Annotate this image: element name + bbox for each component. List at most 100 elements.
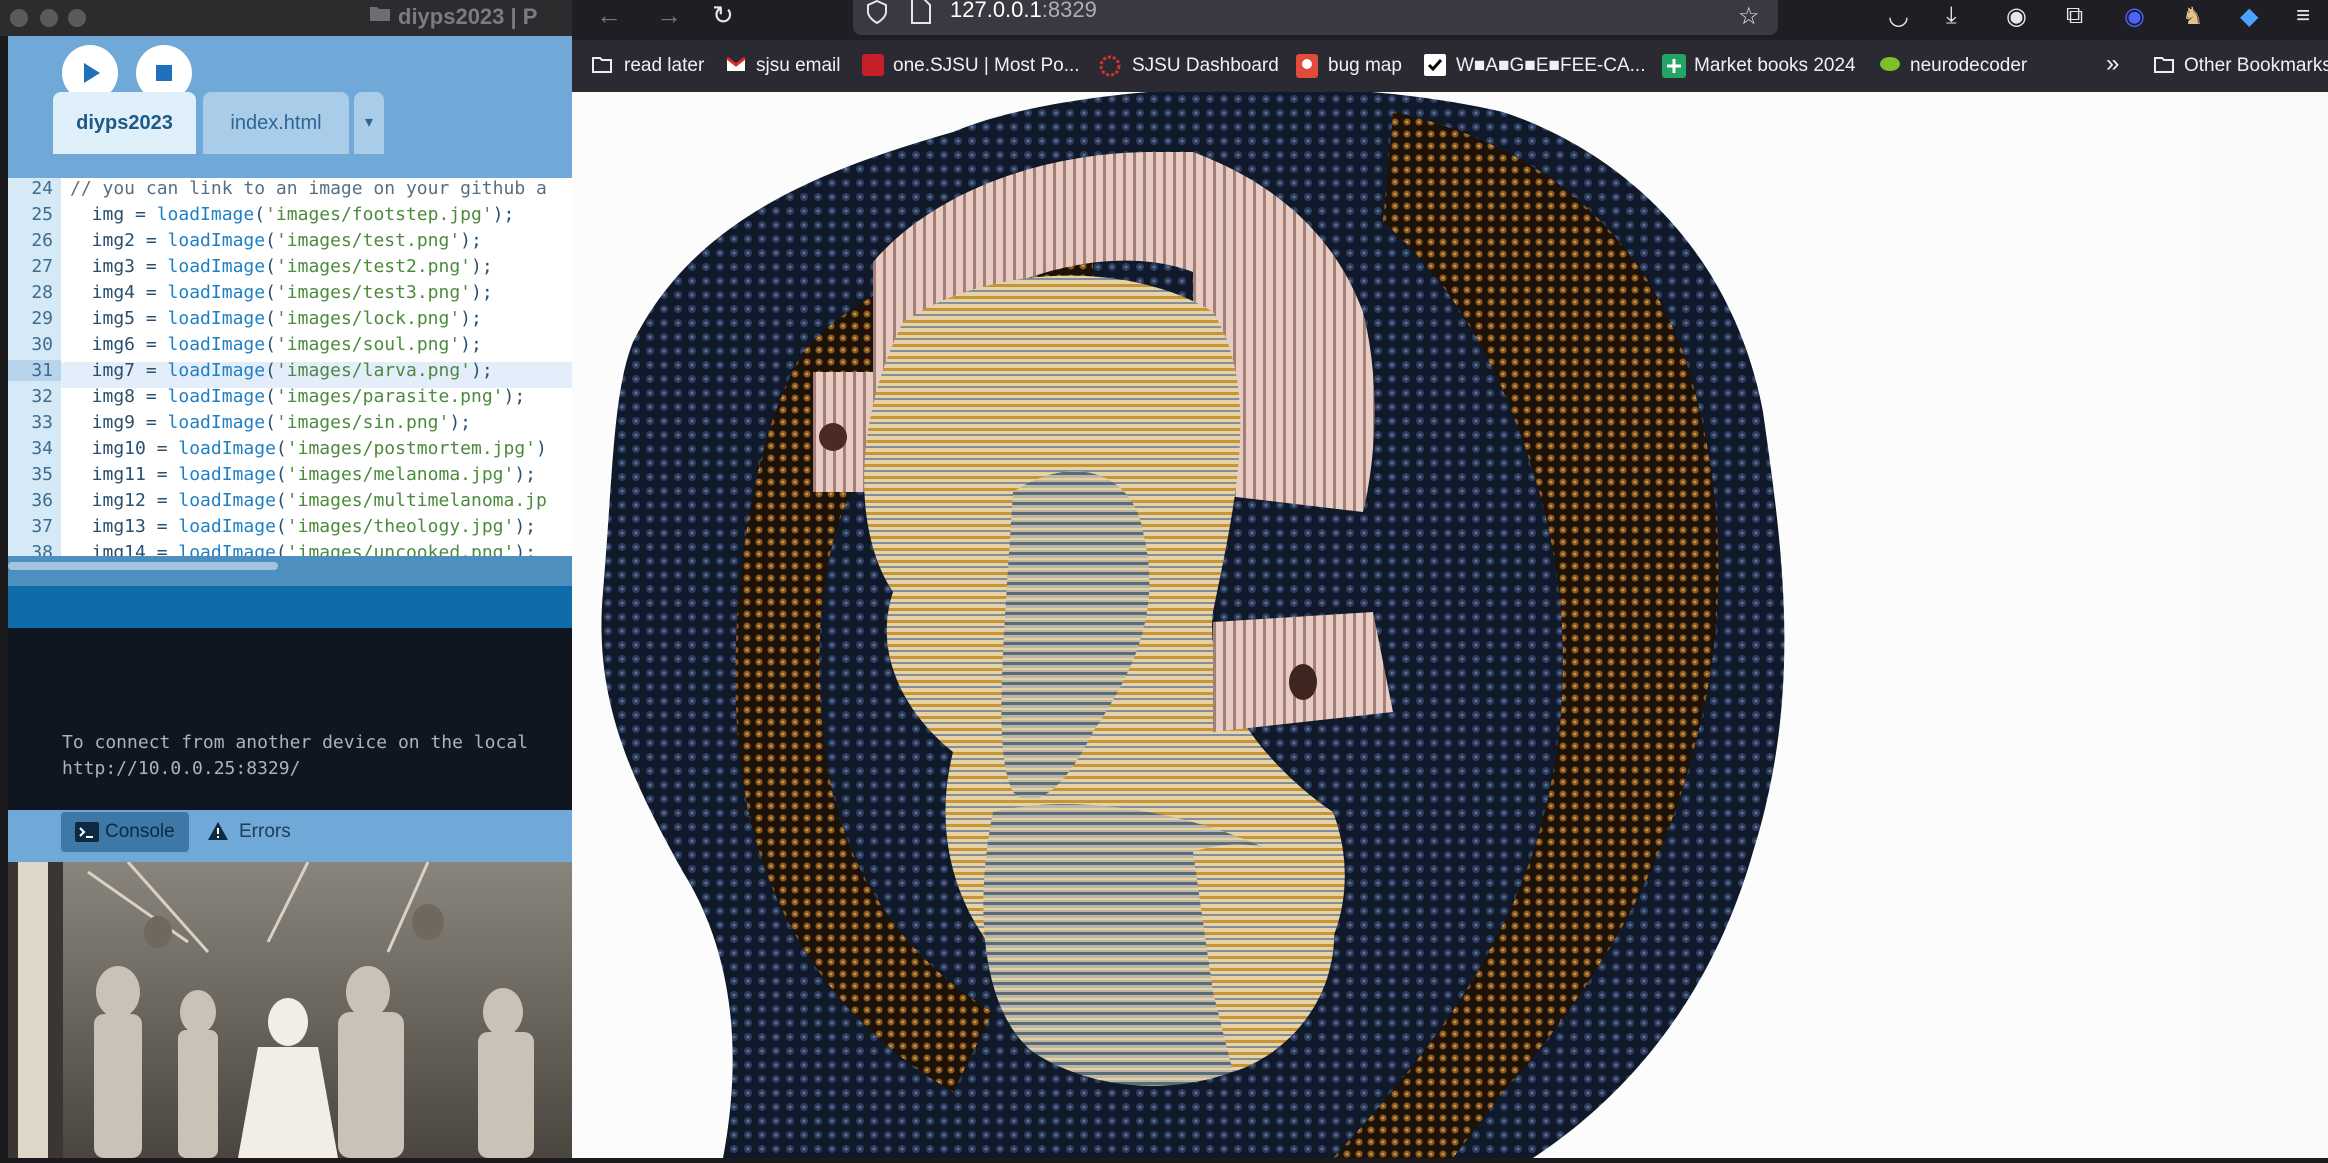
code-token: ); [471,282,493,303]
code-token: ); [460,230,482,251]
extension-animal-icon[interactable]: ♞ [2182,2,2204,31]
line-number: 36 [31,490,53,511]
code-token: 'images/melanoma.jpg' [286,464,515,485]
code-token: 'images/test2.png' [275,256,472,277]
sjsu-dashboard-icon [1099,55,1121,77]
neurodecoder-icon [1880,57,1900,71]
page-icon [911,0,931,24]
code-token: loadImage [167,360,266,381]
code-token: ); [460,308,482,329]
console-url[interactable]: http://10.0.0.25:8329/ [62,758,300,779]
bookmark-read-later[interactable]: read later [624,55,704,77]
bookmark-star-icon[interactable]: ☆ [1738,2,1760,31]
code-token: ( [265,334,276,355]
line-number: 31 [8,360,61,381]
line-number: 38 [31,542,53,556]
code-line[interactable]: img14 = loadImage('images/uncooked.png')… [70,542,536,556]
code-line[interactable]: img = loadImage('images/footstep.jpg'); [70,204,515,225]
code-token: loadImage [167,334,266,355]
bookmarks-overflow-button[interactable]: » [2106,50,2119,78]
code-token: img8 = [70,386,168,407]
code-token: ); [471,256,493,277]
desktop-background-photo [8,862,572,1158]
line-number: 29 [31,308,53,329]
code-line[interactable]: img7 = loadImage('images/larva.png'); [70,360,493,381]
code-horizontal-scrollbar[interactable] [8,562,278,570]
bookmark-other[interactable]: Other Bookmarks [2184,55,2328,77]
code-token: 'images/test.png' [275,230,461,251]
console-panel [8,628,572,810]
line-number: 32 [31,386,53,407]
code-token: 'images/larva.png' [275,360,472,381]
code-token: 'images/test3.png' [275,282,472,303]
code-token: 'images/sin.png' [275,412,450,433]
code-token: img = [70,204,157,225]
account-icon[interactable]: ◉ [2006,2,2027,31]
code-token: ); [492,204,515,225]
bookmark-sjsu-dashboard[interactable]: SJSU Dashboard [1132,55,1279,77]
code-token: loadImage [167,386,266,407]
code-line[interactable]: img12 = loadImage('images/multimelanoma.… [70,490,547,511]
bookmark-one-sjsu[interactable]: one.SJSU | Most Po... [893,55,1080,77]
code-token: loadImage [167,308,266,329]
editor-splitter[interactable] [8,556,572,586]
bookmark-neurodecoder[interactable]: neurodecoder [1910,55,2027,77]
code-token: 'images/postmortem.jpg' [286,438,537,459]
code-token: loadImage [178,464,276,485]
code-line[interactable]: img5 = loadImage('images/lock.png'); [70,308,482,329]
map-pin-icon [1296,54,1318,78]
code-line[interactable]: img10 = loadImage('images/postmortem.jpg… [70,438,547,459]
code-token: 'images/multimelanoma.jp [286,490,547,511]
p5-canvas[interactable] [573,87,2200,1158]
back-icon[interactable]: ← [596,0,622,31]
code-token: ( [265,230,276,251]
menu-icon[interactable]: ≡ [2296,2,2310,30]
code-token: ); [460,334,482,355]
shield-icon[interactable] [866,0,888,24]
reload-icon[interactable]: ↻ [712,0,734,31]
bookmark-bug-map[interactable]: bug map [1328,55,1402,77]
code-line[interactable]: img6 = loadImage('images/soul.png'); [70,334,482,355]
bookmark-market-books[interactable]: Market books 2024 [1694,55,1856,77]
code-line[interactable]: img13 = loadImage('images/theology.jpg')… [70,516,536,537]
console-line: To connect from another device on the lo… [62,732,528,753]
code-line[interactable]: img9 = loadImage('images/sin.png'); [70,412,471,433]
code-line[interactable]: img11 = loadImage('images/melanoma.jpg')… [70,464,536,485]
code-line[interactable]: img8 = loadImage('images/parasite.png'); [70,386,526,407]
extension-blue-icon[interactable]: ◉ [2124,2,2145,31]
code-token: ) [536,438,547,459]
downloads-icon[interactable]: ⤓ [1946,2,1957,30]
code-line[interactable]: img2 = loadImage('images/test.png'); [70,230,482,251]
code-line[interactable]: // you can link to an image on your gith… [70,178,547,199]
code-token: ( [265,282,276,303]
code-token: ( [265,412,276,433]
line-number: 37 [31,516,53,537]
code-line[interactable]: img3 = loadImage('images/test2.png'); [70,256,493,277]
code-token: ( [265,360,276,381]
code-token: ( [275,464,287,485]
forward-icon[interactable]: → [656,0,682,31]
tab-errors[interactable]: Errors [205,812,315,852]
bookmark-sjsu-email[interactable]: sjsu email [756,55,840,77]
code-token: ); [514,542,537,556]
code-token: img10 = [70,438,179,459]
bookmark-wagefee[interactable]: W■A■G■E■FEE-CA... [1456,55,1645,77]
pocket-icon[interactable]: ◡ [1888,2,1909,31]
code-lines: 24 // you can link to an image on your gi… [0,0,572,556]
url-port: :8329 [1041,0,1097,22]
url-text[interactable]: 127.0.0.1:8329 [950,0,1097,23]
tab-console[interactable]: Console [61,812,189,852]
folder-icon [592,57,612,73]
terminal-icon [75,822,99,842]
code-token: ); [514,516,537,537]
folder-icon [2154,57,2174,73]
line-number: 24 [31,178,53,199]
extension-notification-icon[interactable]: ◆ [2240,2,2258,31]
code-token: ( [265,386,276,407]
code-token: loadImage [167,230,266,251]
code-token: ); [449,412,472,433]
code-token: ( [275,438,287,459]
extensions-icon[interactable]: ⧉ [2066,2,2083,30]
code-token: ( [275,490,287,511]
code-line[interactable]: img4 = loadImage('images/test3.png'); [70,282,493,303]
